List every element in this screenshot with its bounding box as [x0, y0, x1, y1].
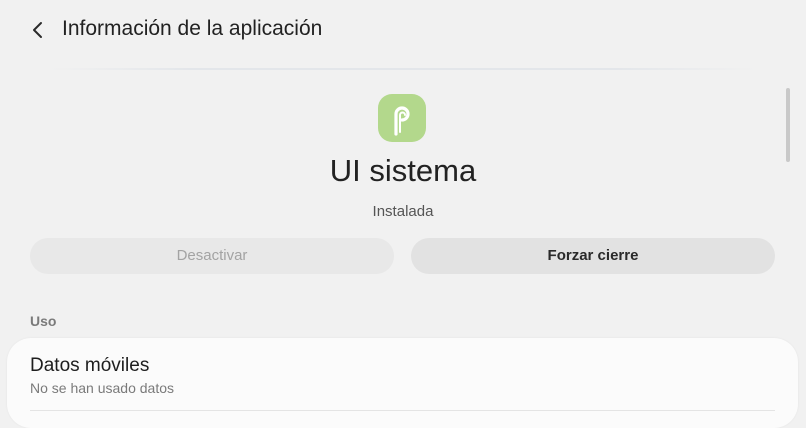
header-divider: [50, 68, 756, 70]
app-icon: [378, 94, 426, 142]
scrollbar[interactable]: [786, 88, 790, 162]
list-divider: [30, 410, 775, 411]
back-arrow-icon: [33, 22, 42, 38]
force-stop-button[interactable]: Forzar cierre: [411, 238, 775, 274]
list-item-mobile-data[interactable]: Datos móviles No se han usado datos: [7, 338, 798, 410]
disable-button[interactable]: Desactivar: [30, 238, 394, 274]
section-label-usage: Uso: [30, 313, 57, 329]
app-name: UI sistema: [329, 153, 477, 188]
page-title: Información de la aplicación: [62, 17, 323, 40]
app-bar: Información de la aplicación: [0, 0, 806, 60]
android-p-icon: [394, 106, 410, 136]
list-item-subtitle: No se han usado datos: [30, 380, 174, 396]
back-button[interactable]: [22, 14, 54, 46]
app-status: Instalada: [372, 203, 434, 220]
usage-card: Datos móviles No se han usado datos: [7, 338, 798, 428]
list-item-title: Datos móviles: [30, 355, 150, 376]
